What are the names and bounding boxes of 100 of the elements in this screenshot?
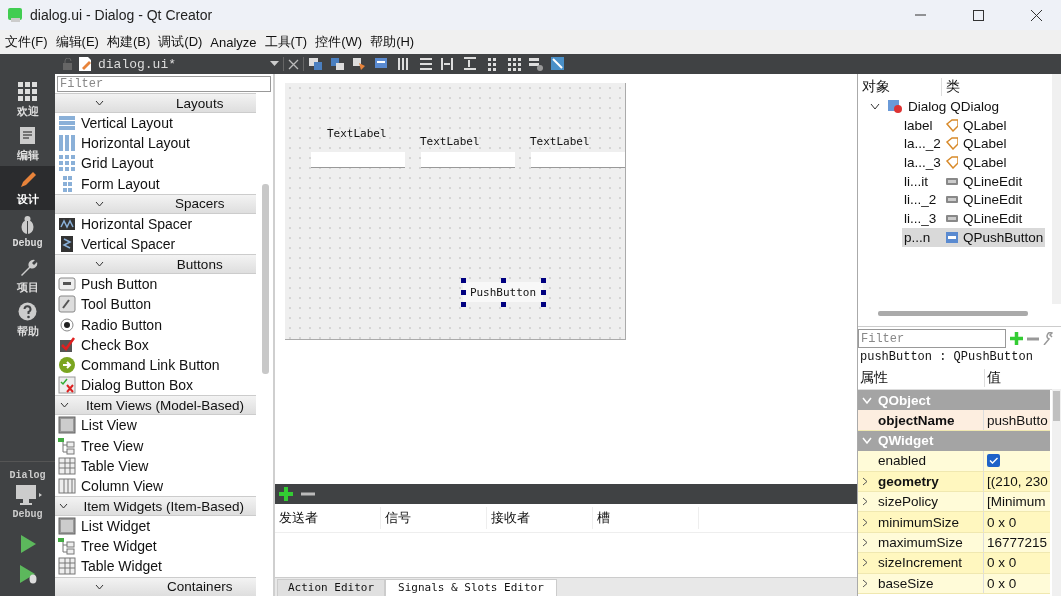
widget-item[interactable]: Check Box [55,334,256,355]
menu-item[interactable]: 编辑(E) [54,33,106,51]
mode-button[interactable]: 帮助 [0,298,55,342]
column-header[interactable]: 接收者 [487,507,593,529]
monitor-icon[interactable] [13,484,42,506]
column-header[interactable]: 类 [942,78,960,96]
resize-handle[interactable] [541,278,546,283]
file-name[interactable]: dialog.ui* [98,56,266,72]
menu-item[interactable]: 构建(B) [105,33,158,51]
object-name[interactable]: la..._2 [902,134,946,154]
maximize-icon[interactable] [971,8,985,22]
push-button[interactable]: PushButton [463,282,543,302]
menu-item[interactable]: 帮助(H) [369,33,422,51]
widget-item[interactable]: List View [55,415,256,436]
widget-item[interactable]: Table Widget [55,556,256,577]
scrollbar-thumb[interactable] [878,311,1028,316]
scrollbar[interactable] [1052,389,1061,596]
column-header[interactable]: 值 [985,368,1001,387]
object-name[interactable]: p...n [902,227,946,247]
widget-item[interactable]: Table View [55,455,256,476]
resize-handle[interactable] [501,278,506,283]
line-edit[interactable] [421,152,515,168]
column-header[interactable]: 发送者 [275,507,381,529]
object-name[interactable]: li..._3 [902,209,946,228]
dropdown-icon[interactable] [270,61,279,67]
property-value[interactable]: 0 x 0 [987,555,1017,571]
column-header[interactable]: 槽 [593,507,699,529]
menu-item[interactable]: 调试(D) [157,33,210,51]
property-value[interactable]: 0 x 0 [987,514,1017,530]
property-value[interactable]: [Minimum [987,494,1046,510]
scrollbar[interactable] [1052,74,1061,304]
menu-item[interactable]: 控件(W) [314,33,370,51]
filter-field[interactable]: Filter [57,76,271,92]
menu-item[interactable]: Analyze [209,34,264,50]
resize-handle[interactable] [461,278,466,283]
expand-icon[interactable] [862,476,868,486]
close-icon[interactable] [288,58,299,70]
widget-item[interactable]: Push Button [55,274,256,295]
object-name[interactable]: la..._3 [902,153,946,172]
resize-handle[interactable] [501,302,506,307]
category-header[interactable]: Containers [55,576,256,596]
property-value[interactable]: 0 x 0 [987,575,1017,591]
mode-button[interactable]: 编辑 [0,122,55,166]
resize-handle[interactable] [541,290,546,295]
resize-handle[interactable] [461,290,466,295]
close-icon[interactable] [1029,8,1043,22]
run-icon[interactable] [18,534,37,554]
category-header[interactable]: Item Widgets (Item-Based) [55,496,256,516]
text-label[interactable]: TextLabel [530,135,590,148]
line-edit[interactable] [311,152,405,168]
text-label[interactable]: TextLabel [327,127,387,140]
mode-button[interactable]: 欢迎 [0,78,55,122]
column-header[interactable]: 属性 [858,368,985,387]
mode-button[interactable]: 项目 [0,254,55,298]
widget-item[interactable]: Vertical Spacer [55,233,256,255]
property-value[interactable]: [(210, 230 [987,473,1048,489]
wrench-icon[interactable] [1043,332,1053,345]
category-header[interactable]: Buttons [55,254,256,275]
widget-item[interactable]: Grid Layout [55,153,256,174]
add-icon[interactable] [279,487,293,501]
property-value[interactable]: 16777215 [987,534,1048,550]
object-name[interactable]: li...it [902,171,946,191]
text-label[interactable]: TextLabel [420,135,480,148]
object-name[interactable]: li..._2 [902,190,946,210]
widget-item[interactable]: Tree Widget [55,536,256,557]
scrollbar-thumb[interactable] [262,184,269,374]
widget-item[interactable]: Horizontal Spacer [55,213,256,234]
editor-tab[interactable]: Action Editor [277,579,386,596]
column-header[interactable]: 信号 [381,507,487,529]
category-header[interactable]: Item Views (Model-Based) [55,395,256,416]
widget-item[interactable]: Vertical Layout [55,113,256,134]
column-header[interactable]: 对象 [858,78,942,96]
object-name[interactable]: Dialog [908,98,947,114]
resize-handle[interactable] [461,302,466,307]
widget-item[interactable]: Dialog Button Box [55,375,256,396]
mode-button[interactable]: Debug [0,210,55,254]
menu-item[interactable]: 工具(T) [263,33,315,51]
property-value[interactable]: pushButto [987,412,1048,428]
horizontal-splitter-icon[interactable] [440,56,456,72]
checkbox[interactable] [987,454,1000,468]
resize-handle[interactable] [541,302,546,307]
category-header[interactable]: Layouts [55,93,256,113]
widget-item[interactable]: List Widget [55,516,256,537]
widget-item[interactable]: Column View [55,475,256,496]
widget-item[interactable]: Horizontal Layout [55,133,256,154]
widget-item[interactable]: Tree View [55,435,256,456]
widget-item[interactable]: Command Link Button [55,354,256,376]
widget-item[interactable]: Radio Button [55,314,256,335]
filter-field[interactable]: Filter [858,329,1006,348]
grid-icon[interactable] [506,56,522,72]
editor-tab[interactable]: Signals & Slots Editor [385,579,557,596]
object-name[interactable]: label [902,115,946,135]
widget-item[interactable]: Form Layout [55,173,256,194]
mode-button[interactable]: 设计 [0,166,55,210]
debug-run-icon[interactable] [17,564,38,584]
line-edit[interactable] [531,152,625,168]
menu-item[interactable]: 文件(F) [4,33,55,51]
vertical-splitter-icon[interactable] [462,56,478,72]
rows-icon[interactable] [418,56,434,72]
widget-item[interactable]: Tool Button [55,294,256,315]
